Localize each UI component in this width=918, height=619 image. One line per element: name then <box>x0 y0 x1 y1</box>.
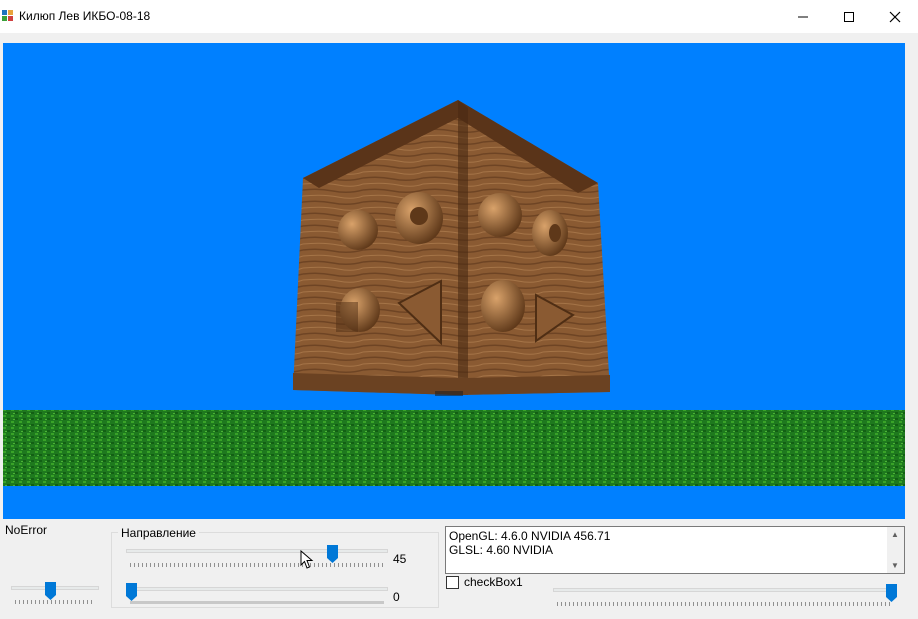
direction-value-2: 0 <box>393 590 400 604</box>
opengl-viewport[interactable] <box>3 43 905 519</box>
maximize-button[interactable] <box>826 0 872 33</box>
close-button[interactable] <box>872 0 918 33</box>
trackbar-thumb[interactable] <box>886 584 897 602</box>
direction-trackbar-2[interactable] <box>126 583 388 607</box>
opengl-version-text: OpenGL: 4.6.0 NVIDIA 456.71 <box>449 529 611 543</box>
ground-plane <box>3 410 905 486</box>
scene-render <box>3 100 905 486</box>
close-icon <box>889 11 901 22</box>
scroll-up-icon[interactable]: ▲ <box>891 530 899 539</box>
info-textbox[interactable]: OpenGL: 4.6.0 NVIDIA 456.71 GLSL: 4.60 N… <box>445 526 905 574</box>
sphere-shape <box>478 193 522 237</box>
checkbox1[interactable] <box>446 576 459 589</box>
trackbar-thumb[interactable] <box>126 583 137 601</box>
right-trackbar[interactable] <box>553 584 897 608</box>
app-icon[interactable] <box>2 10 14 22</box>
wooden-cube <box>293 100 610 395</box>
textbox-scrollbar[interactable]: ▲ ▼ <box>887 527 904 573</box>
status-label: NoError <box>5 523 48 537</box>
trackbar-thumb[interactable] <box>327 545 338 563</box>
minimize-button[interactable] <box>780 0 826 33</box>
maximize-icon <box>844 11 854 22</box>
sphere-shape <box>338 210 378 250</box>
direction-value-1: 45 <box>393 552 407 566</box>
glsl-version-text: GLSL: 4.60 NVIDIA <box>449 543 554 557</box>
cylinder-shape <box>481 280 525 332</box>
mouse-cursor-icon <box>300 550 314 569</box>
left-trackbar[interactable] <box>11 580 99 606</box>
scroll-down-icon[interactable]: ▼ <box>891 561 899 570</box>
torus-shape <box>532 210 568 256</box>
direction-trackbar-1[interactable] <box>126 545 388 569</box>
torus-shape <box>395 192 443 244</box>
cube-shadow <box>435 391 463 396</box>
minimize-icon <box>798 16 808 17</box>
checkbox1-label: checkBox1 <box>464 575 523 589</box>
window-title: Килюп Лев ИКБО-08-18 <box>19 9 151 23</box>
direction-group-title: Направление <box>118 526 199 540</box>
title-bar: Килюп Лев ИКБО-08-18 <box>0 0 918 33</box>
trackbar-thumb[interactable] <box>45 582 56 600</box>
